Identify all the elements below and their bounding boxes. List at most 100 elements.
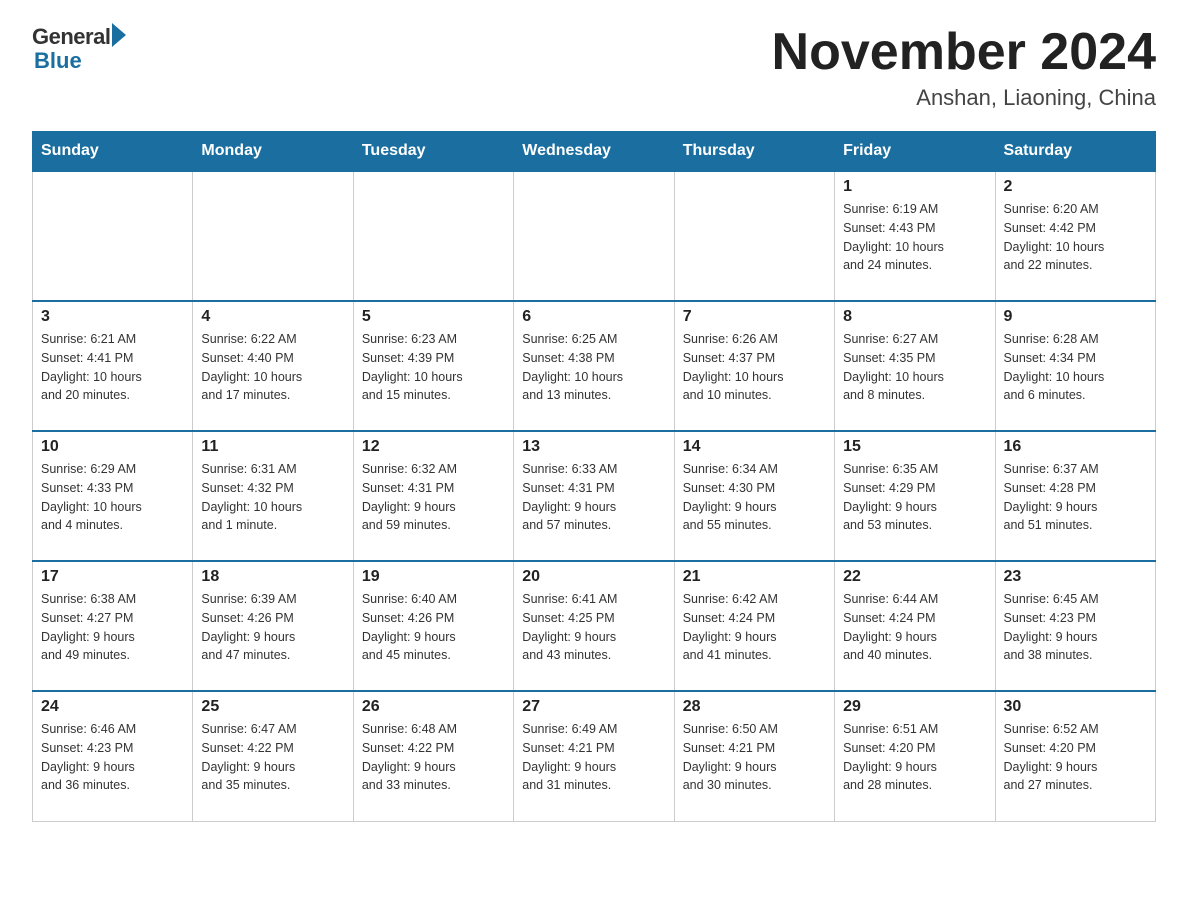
- day-info: Sunrise: 6:52 AM Sunset: 4:20 PM Dayligh…: [1004, 720, 1147, 795]
- weekday-header-wednesday: Wednesday: [514, 132, 674, 172]
- calendar-cell: 9Sunrise: 6:28 AM Sunset: 4:34 PM Daylig…: [995, 301, 1155, 431]
- day-number: 22: [843, 568, 986, 586]
- location: Anshan, Liaoning, China: [772, 85, 1156, 111]
- weekday-header-friday: Friday: [835, 132, 995, 172]
- calendar-cell: 5 Sunrise: 6:23 AM Sunset: 4:39 PM Daylig…: [353, 301, 513, 431]
- weekday-header-tuesday: Tuesday: [353, 132, 513, 172]
- title-area: November 2024 Anshan, Liaoning, China: [772, 24, 1156, 111]
- day-info: Sunrise: 6:50 AM Sunset: 4:21 PM Dayligh…: [683, 720, 826, 795]
- day-number: 21: [683, 568, 826, 586]
- day-number: 18: [201, 568, 344, 586]
- day-number: 29: [843, 698, 986, 716]
- calendar-cell: 13 Sunrise: 6:33 AM Sunset: 4:31 PM Dayli…: [514, 431, 674, 561]
- calendar-table: SundayMondayTuesdayWednesdayThursdayFrid…: [32, 131, 1156, 822]
- day-info: Sunrise: 6:29 AM Sunset: 4:33 PM Dayligh…: [41, 460, 184, 535]
- day-info: Sunrise: 6:51 AM Sunset: 4:20 PM Dayligh…: [843, 720, 986, 795]
- day-number: 15: [843, 438, 986, 456]
- calendar-cell: 12 Sunrise: 6:32 AM Sunset: 4:31 PM Dayli…: [353, 431, 513, 561]
- day-info: Sunrise: 6:41 AM Sunset: 4:25 PM Dayligh…: [522, 590, 665, 665]
- day-info: Sunrise: 6:40 AM Sunset: 4:26 PM Dayligh…: [362, 590, 505, 665]
- day-number: 27: [522, 698, 665, 716]
- calendar-cell: 14 Sunrise: 6:34 AM Sunset: 4:30 PM Dayli…: [674, 431, 834, 561]
- calendar-cell: 8 Sunrise: 6:27 AM Sunset: 4:35 PM Daylig…: [835, 301, 995, 431]
- week-row-5: 24Sunrise: 6:46 AM Sunset: 4:23 PM Dayli…: [33, 691, 1156, 821]
- day-number: 26: [362, 698, 505, 716]
- calendar-cell: 4 Sunrise: 6:22 AM Sunset: 4:40 PM Daylig…: [193, 301, 353, 431]
- day-number: 30: [1004, 698, 1147, 716]
- header: General Blue November 2024 Anshan, Liaon…: [32, 24, 1156, 111]
- calendar-cell: 7 Sunrise: 6:26 AM Sunset: 4:37 PM Daylig…: [674, 301, 834, 431]
- day-info: Sunrise: 6:27 AM Sunset: 4:35 PM Dayligh…: [843, 330, 986, 405]
- day-number: 9: [1004, 308, 1147, 326]
- day-number: 4: [201, 308, 344, 326]
- calendar-cell: 21 Sunrise: 6:42 AM Sunset: 4:24 PM Dayli…: [674, 561, 834, 691]
- day-info: Sunrise: 6:49 AM Sunset: 4:21 PM Dayligh…: [522, 720, 665, 795]
- logo-general-text: General: [32, 24, 110, 50]
- calendar-cell: [674, 171, 834, 301]
- day-info: Sunrise: 6:33 AM Sunset: 4:31 PM Dayligh…: [522, 460, 665, 535]
- day-info: Sunrise: 6:32 AM Sunset: 4:31 PM Dayligh…: [362, 460, 505, 535]
- day-number: 7: [683, 308, 826, 326]
- calendar-cell: 10 Sunrise: 6:29 AM Sunset: 4:33 PM Dayli…: [33, 431, 193, 561]
- calendar-cell: 29 Sunrise: 6:51 AM Sunset: 4:20 PM Dayli…: [835, 691, 995, 821]
- week-row-4: 17 Sunrise: 6:38 AM Sunset: 4:27 PM Dayli…: [33, 561, 1156, 691]
- calendar-cell: 3 Sunrise: 6:21 AM Sunset: 4:41 PM Daylig…: [33, 301, 193, 431]
- calendar-cell: 16 Sunrise: 6:37 AM Sunset: 4:28 PM Dayli…: [995, 431, 1155, 561]
- day-number: 19: [362, 568, 505, 586]
- day-info: Sunrise: 6:25 AM Sunset: 4:38 PM Dayligh…: [522, 330, 665, 405]
- day-info: Sunrise: 6:20 AM Sunset: 4:42 PM Dayligh…: [1004, 200, 1147, 275]
- calendar-cell: 25 Sunrise: 6:47 AM Sunset: 4:22 PM Dayli…: [193, 691, 353, 821]
- day-number: 13: [522, 438, 665, 456]
- calendar-cell: 24Sunrise: 6:46 AM Sunset: 4:23 PM Dayli…: [33, 691, 193, 821]
- calendar-cell: 18 Sunrise: 6:39 AM Sunset: 4:26 PM Dayli…: [193, 561, 353, 691]
- day-info: Sunrise: 6:23 AM Sunset: 4:39 PM Dayligh…: [362, 330, 505, 405]
- day-info: Sunrise: 6:38 AM Sunset: 4:27 PM Dayligh…: [41, 590, 184, 665]
- week-row-3: 10 Sunrise: 6:29 AM Sunset: 4:33 PM Dayli…: [33, 431, 1156, 561]
- calendar-cell: 27 Sunrise: 6:49 AM Sunset: 4:21 PM Dayli…: [514, 691, 674, 821]
- calendar-cell: 30 Sunrise: 6:52 AM Sunset: 4:20 PM Dayli…: [995, 691, 1155, 821]
- day-info: Sunrise: 6:34 AM Sunset: 4:30 PM Dayligh…: [683, 460, 826, 535]
- week-row-1: 1Sunrise: 6:19 AM Sunset: 4:43 PM Daylig…: [33, 171, 1156, 301]
- day-number: 1: [843, 178, 986, 196]
- calendar-cell: 1Sunrise: 6:19 AM Sunset: 4:43 PM Daylig…: [835, 171, 995, 301]
- weekday-header-row: SundayMondayTuesdayWednesdayThursdayFrid…: [33, 132, 1156, 172]
- day-number: 17: [41, 568, 184, 586]
- day-info: Sunrise: 6:26 AM Sunset: 4:37 PM Dayligh…: [683, 330, 826, 405]
- day-number: 11: [201, 438, 344, 456]
- day-info: Sunrise: 6:21 AM Sunset: 4:41 PM Dayligh…: [41, 330, 184, 405]
- day-number: 25: [201, 698, 344, 716]
- calendar-cell: [33, 171, 193, 301]
- day-info: Sunrise: 6:48 AM Sunset: 4:22 PM Dayligh…: [362, 720, 505, 795]
- calendar-cell: 22 Sunrise: 6:44 AM Sunset: 4:24 PM Dayli…: [835, 561, 995, 691]
- calendar-cell: 19 Sunrise: 6:40 AM Sunset: 4:26 PM Dayli…: [353, 561, 513, 691]
- logo-blue-text: Blue: [34, 48, 82, 74]
- day-info: Sunrise: 6:46 AM Sunset: 4:23 PM Dayligh…: [41, 720, 184, 795]
- day-number: 20: [522, 568, 665, 586]
- day-info: Sunrise: 6:39 AM Sunset: 4:26 PM Dayligh…: [201, 590, 344, 665]
- day-number: 8: [843, 308, 986, 326]
- day-info: Sunrise: 6:35 AM Sunset: 4:29 PM Dayligh…: [843, 460, 986, 535]
- calendar-cell: 23Sunrise: 6:45 AM Sunset: 4:23 PM Dayli…: [995, 561, 1155, 691]
- logo-arrow-icon: [112, 23, 126, 47]
- day-number: 14: [683, 438, 826, 456]
- calendar-cell: 11Sunrise: 6:31 AM Sunset: 4:32 PM Dayli…: [193, 431, 353, 561]
- day-number: 5: [362, 308, 505, 326]
- calendar-cell: 26 Sunrise: 6:48 AM Sunset: 4:22 PM Dayli…: [353, 691, 513, 821]
- day-number: 12: [362, 438, 505, 456]
- day-number: 3: [41, 308, 184, 326]
- day-info: Sunrise: 6:42 AM Sunset: 4:24 PM Dayligh…: [683, 590, 826, 665]
- calendar-cell: 28 Sunrise: 6:50 AM Sunset: 4:21 PM Dayli…: [674, 691, 834, 821]
- day-info: Sunrise: 6:37 AM Sunset: 4:28 PM Dayligh…: [1004, 460, 1147, 535]
- weekday-header-monday: Monday: [193, 132, 353, 172]
- month-title: November 2024: [772, 24, 1156, 81]
- weekday-header-sunday: Sunday: [33, 132, 193, 172]
- day-number: 28: [683, 698, 826, 716]
- calendar-cell: 15 Sunrise: 6:35 AM Sunset: 4:29 PM Dayli…: [835, 431, 995, 561]
- day-number: 10: [41, 438, 184, 456]
- day-number: 16: [1004, 438, 1147, 456]
- day-info: Sunrise: 6:22 AM Sunset: 4:40 PM Dayligh…: [201, 330, 344, 405]
- calendar-cell: [514, 171, 674, 301]
- day-info: Sunrise: 6:47 AM Sunset: 4:22 PM Dayligh…: [201, 720, 344, 795]
- day-info: Sunrise: 6:44 AM Sunset: 4:24 PM Dayligh…: [843, 590, 986, 665]
- calendar-cell: [193, 171, 353, 301]
